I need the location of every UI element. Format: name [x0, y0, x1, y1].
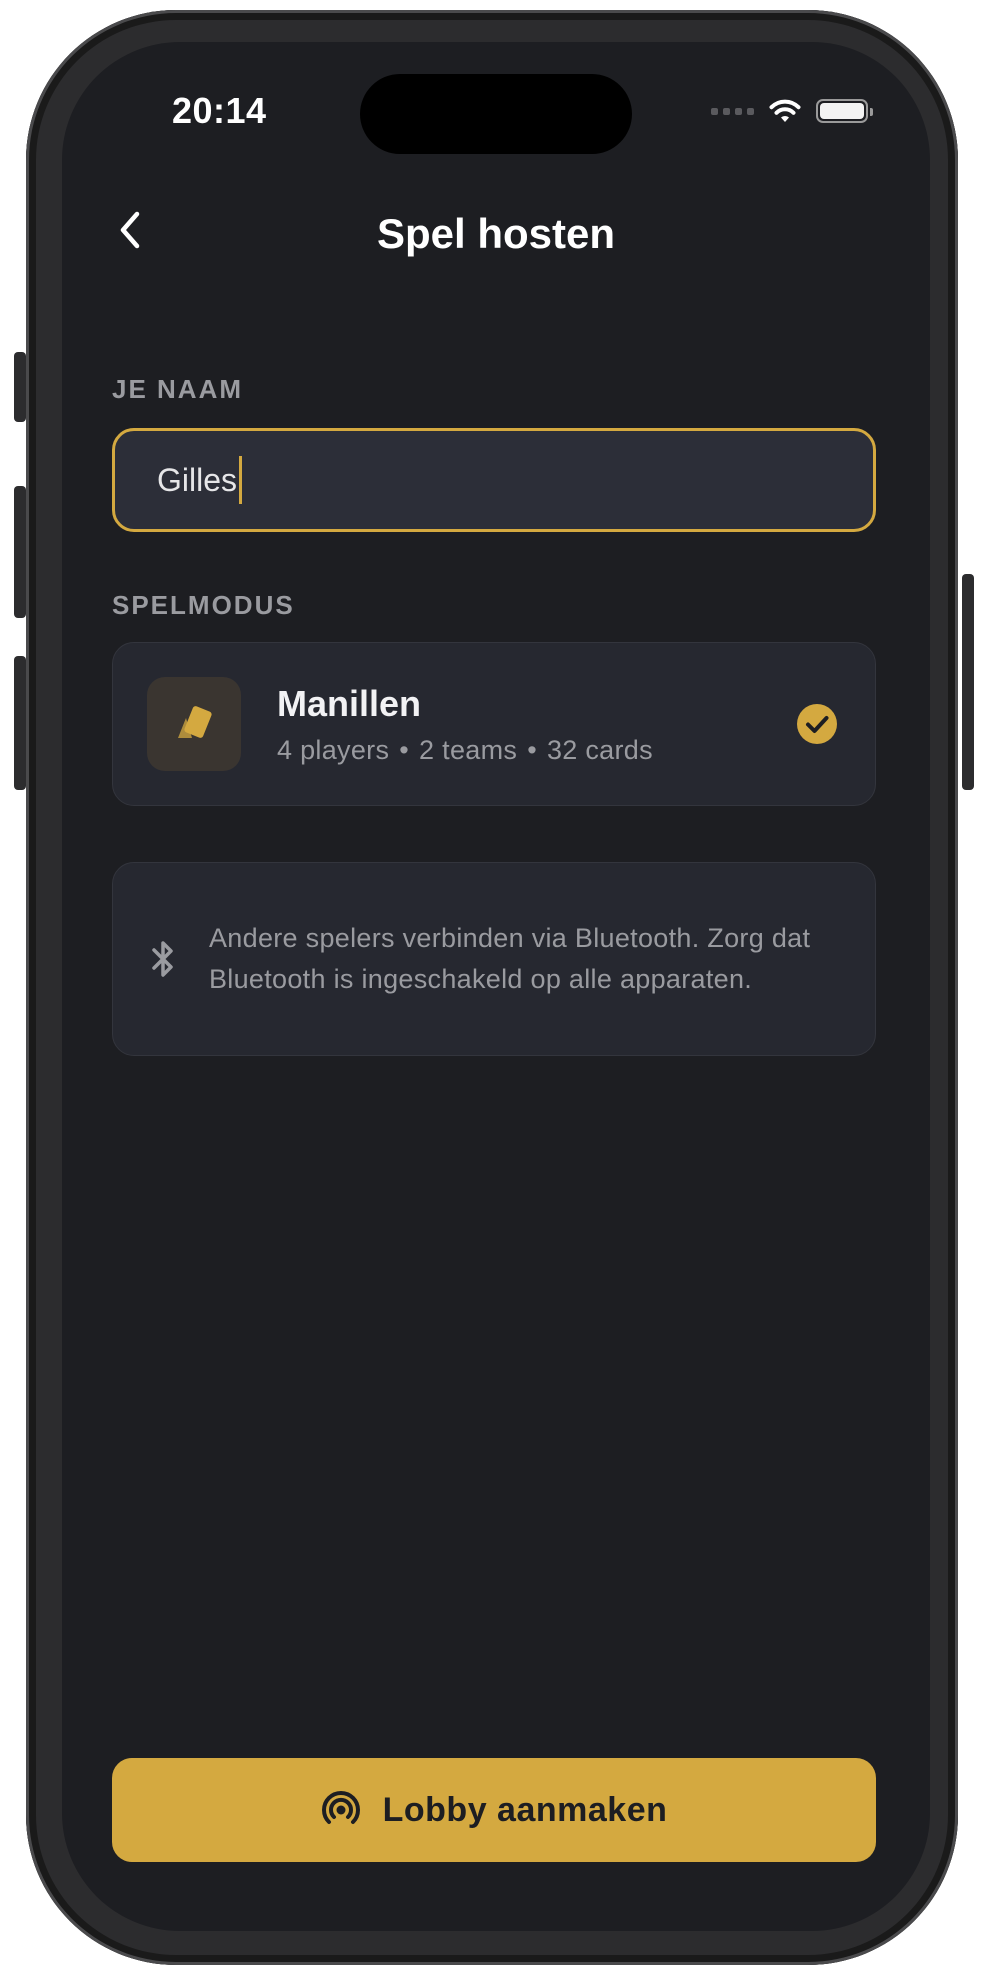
create-lobby-label: Lobby aanmaken: [382, 1790, 668, 1829]
teams-count: 2 teams: [419, 734, 518, 765]
cellular-signal-icon: [711, 107, 754, 115]
cards-count: 32 cards: [546, 734, 653, 765]
bluetooth-icon: [151, 940, 175, 978]
side-button-power: [962, 574, 974, 790]
side-button-action: [14, 352, 26, 422]
separator-dot: •: [527, 734, 537, 765]
create-lobby-button[interactable]: Lobby aanmaken: [112, 1758, 876, 1862]
broadcast-icon: [321, 1790, 360, 1824]
name-input[interactable]: Gilles: [112, 428, 876, 532]
game-mode-title: Manillen: [277, 682, 422, 724]
status-icons: [711, 98, 873, 124]
mode-section-label: SPELMODUS: [112, 590, 295, 620]
side-button-volume-up: [14, 486, 26, 618]
page-title: Spel hosten: [376, 210, 616, 257]
players-count: 4 players: [277, 734, 390, 765]
cards-icon: [147, 677, 241, 771]
status-time: 20:14: [172, 90, 267, 131]
separator-dot: •: [399, 734, 410, 765]
side-button-volume-down: [14, 656, 26, 790]
text-caret: [239, 456, 243, 504]
game-mode-details: 4 players • 2 teams • 32 cards: [277, 735, 797, 766]
app-screen: 20:14 Spel hosten JE NAAM Gilles SPELMOD…: [62, 42, 930, 1931]
battery-icon: [816, 99, 873, 123]
name-input-value: Gilles: [157, 461, 238, 498]
game-mode-card-manillen[interactable]: Manillen 4 players • 2 teams • 32 cards: [112, 642, 876, 806]
name-section-label: JE NAAM: [112, 374, 244, 404]
wifi-icon: [769, 99, 801, 122]
bluetooth-info-card: Andere spelers verbinden via Bluetooth. …: [112, 862, 876, 1056]
bluetooth-info-text: Andere spelers verbinden via Bluetooth. …: [209, 923, 811, 994]
check-circle-icon: [797, 704, 837, 744]
game-mode-text: Manillen 4 players • 2 teams • 32 cards: [277, 683, 797, 766]
dynamic-island: [360, 74, 632, 154]
